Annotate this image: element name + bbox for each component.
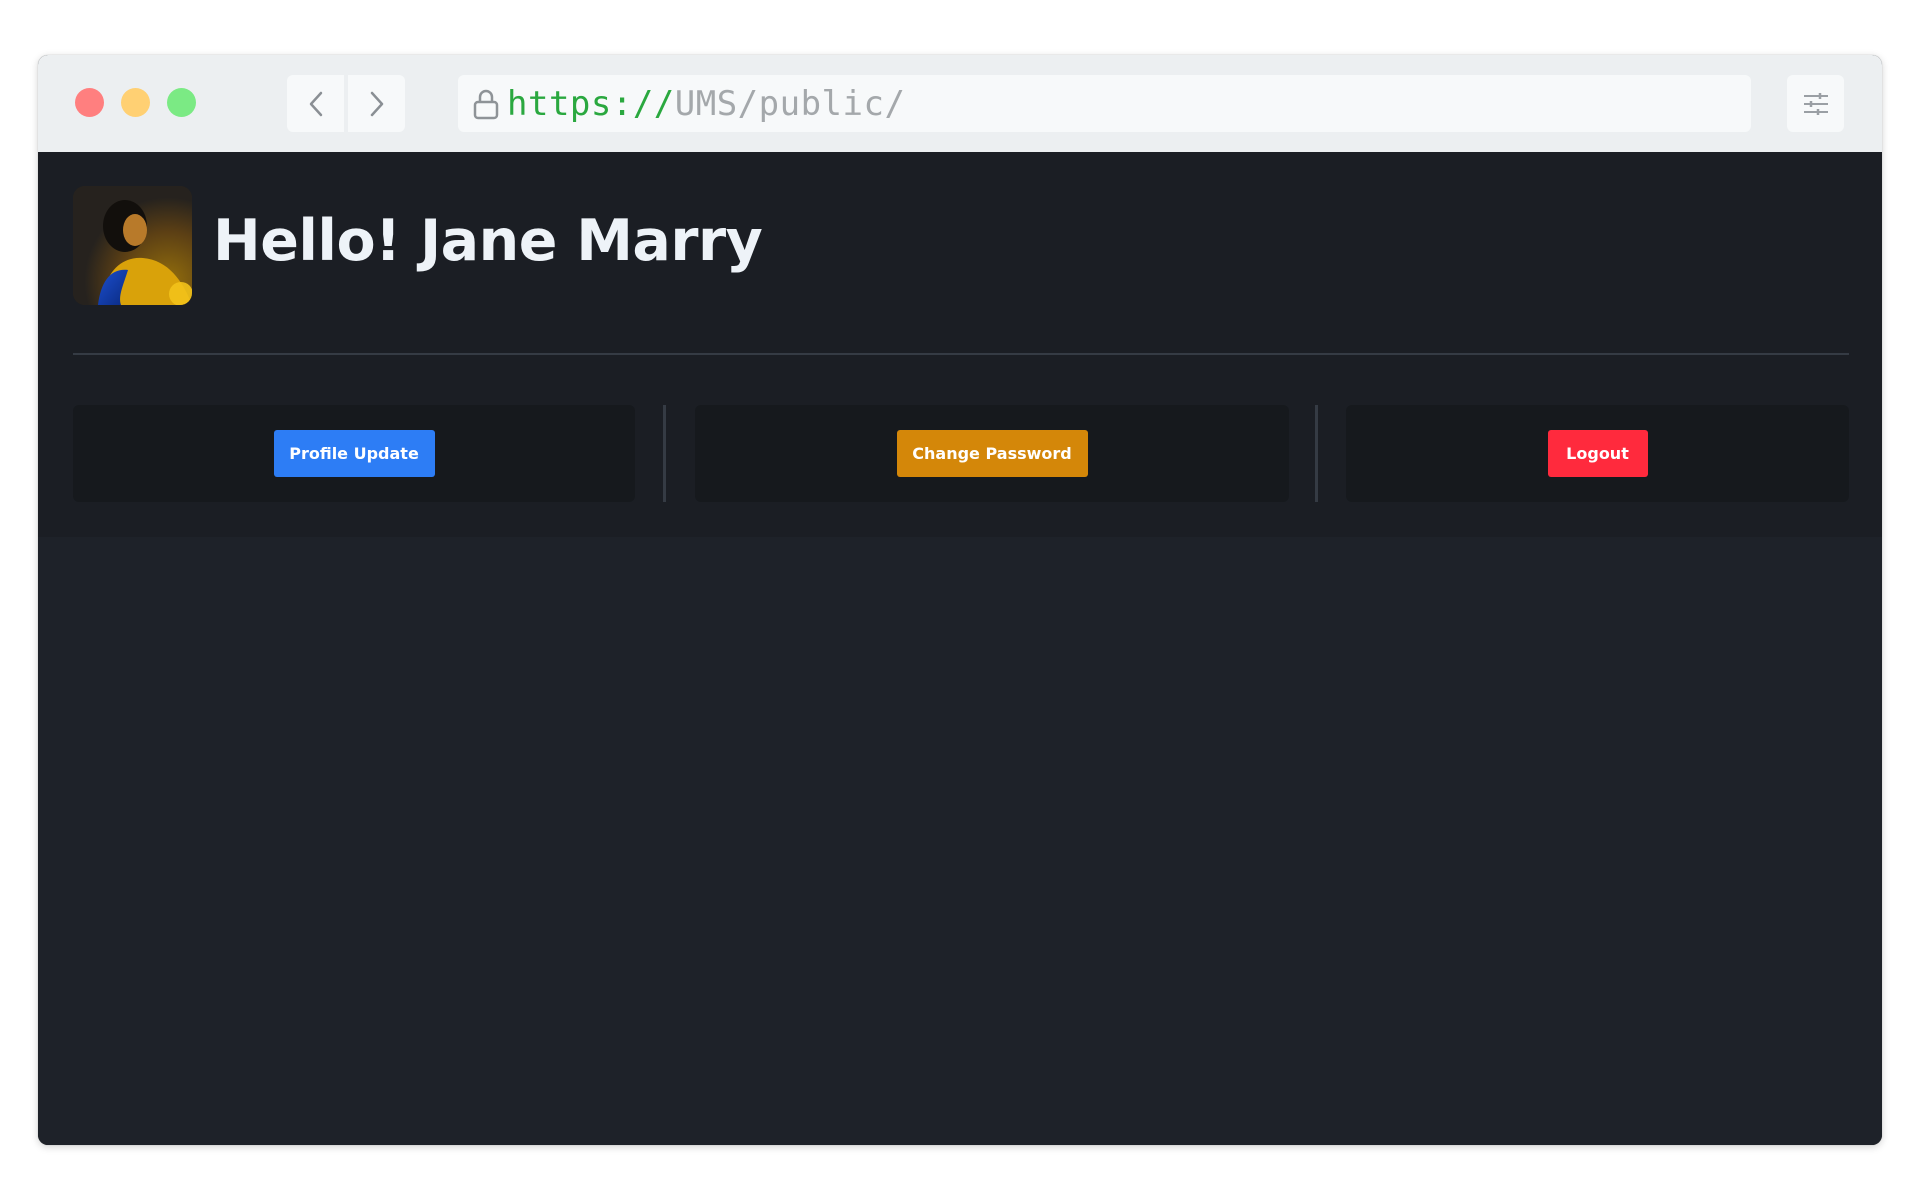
url-scheme: https:// (507, 83, 675, 124)
maximize-window-button[interactable] (167, 88, 196, 117)
settings-button[interactable] (1787, 75, 1844, 132)
change-password-card: Change Password (695, 405, 1289, 502)
chevron-right-icon (370, 91, 383, 116)
avatar (73, 186, 192, 305)
logout-button[interactable]: Logout (1547, 430, 1648, 477)
url-path: UMS/public/ (674, 83, 906, 124)
change-password-button[interactable]: Change Password (896, 430, 1088, 477)
browser-window: https://UMS/public/ Hello! Jane Marry Pr… (38, 55, 1882, 1145)
sliders-icon (1803, 92, 1828, 115)
profile-update-button[interactable]: Profile Update (273, 430, 435, 477)
column-separator (1315, 405, 1318, 502)
logout-card: Logout (1346, 405, 1849, 502)
dashboard-header: Hello! Jane Marry Profile Update Change … (38, 152, 1882, 537)
back-button[interactable] (287, 75, 344, 132)
minimize-window-button[interactable] (121, 88, 150, 117)
address-bar[interactable]: https://UMS/public/ (458, 75, 1751, 132)
divider (73, 353, 1849, 355)
close-window-button[interactable] (75, 88, 104, 117)
url-text: https://UMS/public/ (507, 84, 905, 124)
profile-update-card: Profile Update (73, 405, 635, 502)
chevron-left-icon (309, 91, 322, 116)
forward-button[interactable] (348, 75, 405, 132)
page-content: Hello! Jane Marry Profile Update Change … (38, 152, 1882, 1145)
browser-toolbar: https://UMS/public/ (38, 55, 1882, 152)
lock-icon (471, 86, 501, 122)
column-separator (663, 405, 666, 502)
page-title: Hello! Jane Marry (213, 208, 763, 274)
